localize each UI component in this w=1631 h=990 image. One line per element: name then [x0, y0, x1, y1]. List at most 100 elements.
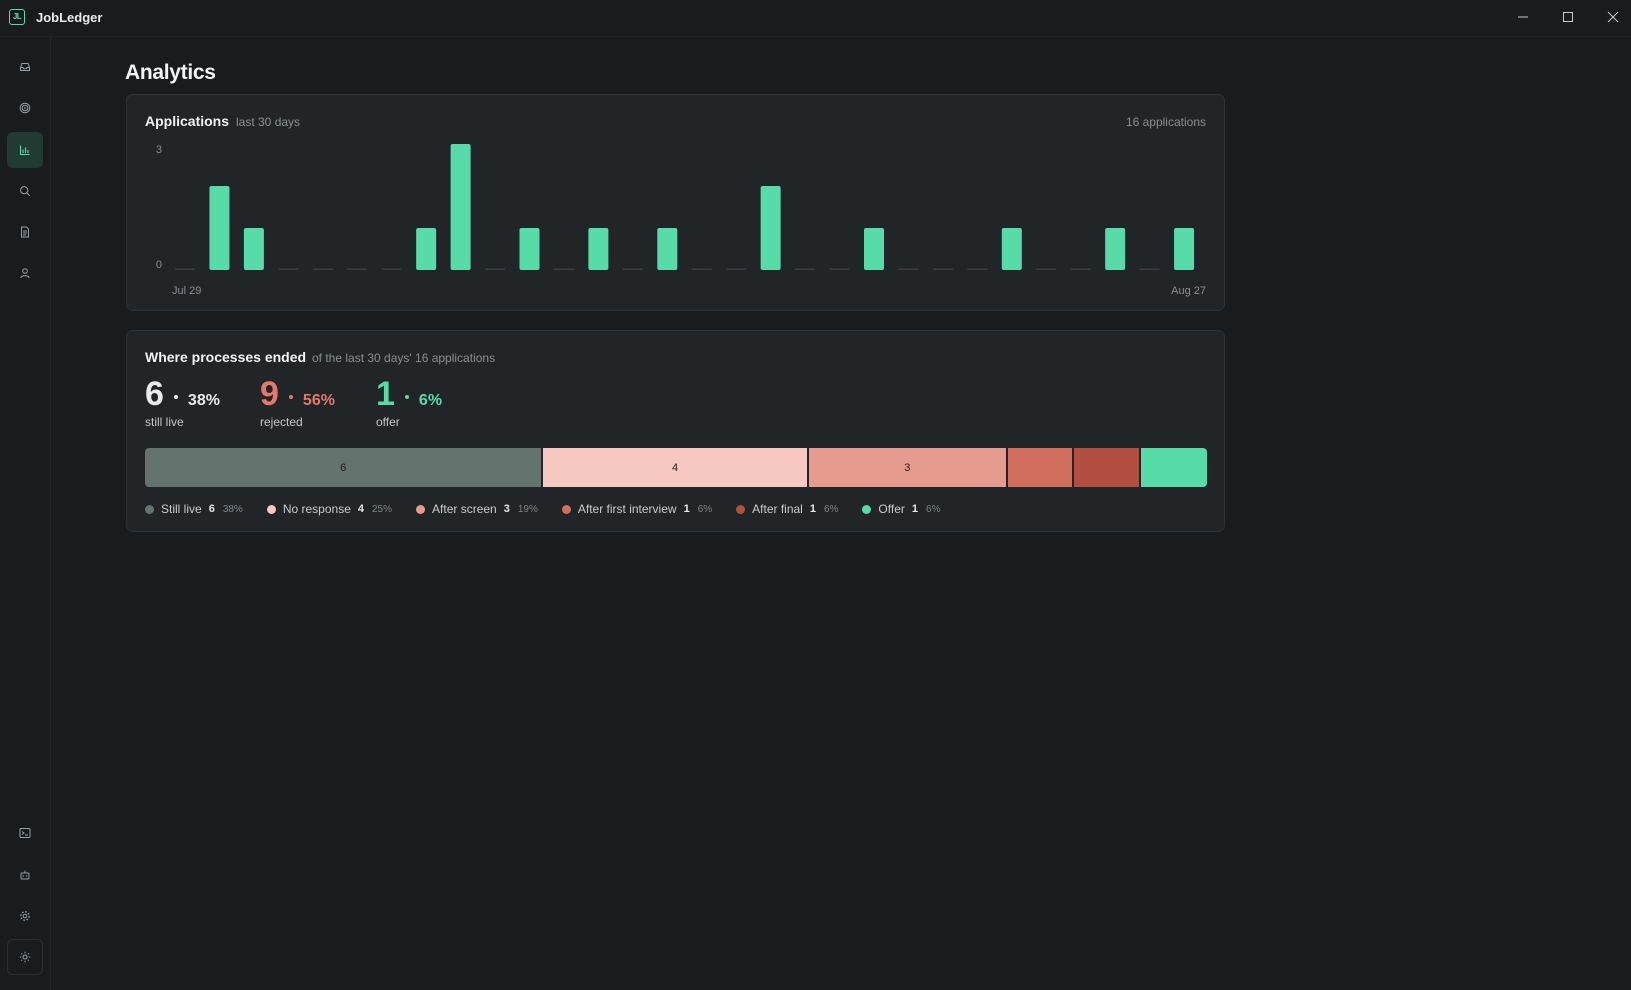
nav-inbox[interactable] — [7, 49, 43, 85]
minimize-icon — [1518, 16, 1528, 18]
processes-ended-subtitle: of the last 30 days' 16 applications — [312, 351, 496, 365]
chart-bar-empty — [312, 268, 333, 270]
chart-bar — [209, 186, 230, 270]
legend-count: 3 — [503, 503, 510, 515]
nav-search[interactable] — [7, 173, 43, 209]
segment-after-final[interactable] — [1074, 448, 1141, 487]
segment-offer[interactable] — [1140, 448, 1207, 487]
legend-label: After first interview — [577, 502, 677, 516]
chart-bar-empty — [726, 268, 747, 270]
chart-bar-empty — [1139, 268, 1160, 270]
chart-bar-empty — [381, 268, 402, 270]
chart-bar-empty — [553, 268, 574, 270]
nav-analytics[interactable] — [7, 132, 43, 168]
chart-bar-empty — [622, 268, 643, 270]
chart-bar-empty — [967, 268, 988, 270]
applications-card: Applications last 30 days 16 application… — [126, 94, 1225, 311]
y-tick-label: 3 — [156, 144, 162, 156]
stat-offer: 1 6% offer — [376, 377, 442, 429]
y-tick-label: 0 — [156, 259, 162, 271]
legend-count: 1 — [911, 503, 919, 515]
outcome-legend: Still live 6 38% No response 4 25% After scree… — [145, 502, 964, 516]
processes-ended-title: Where processes ended — [145, 349, 307, 365]
sun-icon — [19, 951, 31, 963]
stat-still-live: 6 38% still live — [145, 377, 220, 429]
legend-percent: 6% — [926, 503, 941, 515]
chart-bar — [760, 186, 781, 270]
stat-percent: 38% — [187, 392, 220, 409]
legend-percent: 6% — [823, 503, 839, 515]
legend-item: Offer 1 6% — [862, 502, 940, 516]
nav-profile[interactable] — [7, 255, 43, 291]
close-icon — [1607, 11, 1619, 23]
user-icon — [20, 268, 30, 279]
legend-count: 4 — [357, 503, 364, 515]
legend-item: After first interview 1 6% — [561, 502, 713, 516]
chart-bar-empty — [485, 268, 506, 270]
segment-after-screen[interactable]: 3 — [808, 448, 1008, 487]
chart-bar-empty — [175, 268, 195, 270]
legend-label: After screen — [432, 502, 497, 516]
chart-bar-empty — [932, 268, 953, 270]
legend-dot — [266, 504, 276, 514]
stat-separator-dot — [288, 394, 293, 399]
nav-settings[interactable] — [7, 898, 43, 934]
stat-percent: 6% — [418, 392, 443, 409]
legend-item: Still live 6 38% — [145, 502, 243, 516]
chart-bar-empty — [898, 268, 919, 270]
legend-label: No response — [282, 502, 351, 516]
maximize-icon — [1563, 12, 1573, 22]
legend-dot — [145, 504, 154, 514]
segment-still-live[interactable]: 6 — [145, 448, 544, 487]
search-icon — [20, 186, 31, 197]
chart-bar-empty — [347, 268, 368, 270]
stat-value: 6 — [145, 375, 164, 413]
legend-label: After final — [752, 502, 803, 516]
legend-item: After final 1 6% — [736, 502, 838, 516]
theme-toggle[interactable] — [7, 939, 43, 975]
nav-terminal[interactable] — [7, 815, 43, 851]
stat-percent: 56% — [302, 392, 335, 409]
legend-count: 6 — [208, 503, 215, 515]
segment-no-response[interactable]: 4 — [543, 448, 809, 487]
chart-bar — [1174, 228, 1195, 270]
stat-label: offer — [376, 415, 400, 429]
chart-bar-empty — [691, 268, 712, 270]
chart-bar-empty — [795, 268, 816, 270]
legend-count: 1 — [809, 503, 816, 515]
stat-label: still live — [145, 415, 184, 429]
processes-ended-card: Where processes ended of the last 30 day… — [126, 330, 1225, 532]
legend-count: 1 — [683, 503, 690, 515]
legend-item: After screen 3 19% — [416, 502, 538, 516]
legend-percent: 6% — [697, 503, 713, 515]
stat-label: rejected — [260, 415, 303, 429]
chart-bar-empty — [278, 268, 299, 270]
legend-dot — [561, 504, 571, 514]
segment-after-first-interview[interactable] — [1007, 448, 1075, 487]
chart-bar-empty — [1070, 268, 1091, 270]
inbox-icon — [20, 63, 30, 71]
stat-separator-dot — [404, 394, 409, 399]
sidebar — [0, 36, 51, 990]
legend-percent: 25% — [372, 503, 393, 515]
close-button[interactable] — [1590, 0, 1631, 34]
robot-icon — [20, 870, 30, 880]
document-icon — [21, 226, 29, 238]
title-bar: JL JobLedger — [0, 0, 1631, 37]
minimize-button[interactable] — [1500, 0, 1546, 34]
chart-bar — [519, 228, 540, 270]
chart-bar-empty — [829, 268, 850, 270]
maximize-button[interactable] — [1545, 0, 1591, 34]
app-name: JobLedger — [36, 10, 103, 25]
stat-separator-dot — [173, 394, 178, 399]
nav-documents[interactable] — [7, 214, 43, 250]
nav-assistant[interactable] — [7, 857, 43, 893]
legend-dot — [862, 504, 872, 514]
target-icon — [19, 102, 31, 114]
bar-chart-icon — [19, 145, 30, 156]
chart-bar — [864, 228, 884, 270]
nav-goals[interactable] — [7, 90, 43, 126]
chart-bar-empty — [1036, 268, 1057, 270]
chart-bar — [1001, 228, 1022, 270]
chart-bar — [588, 228, 609, 270]
